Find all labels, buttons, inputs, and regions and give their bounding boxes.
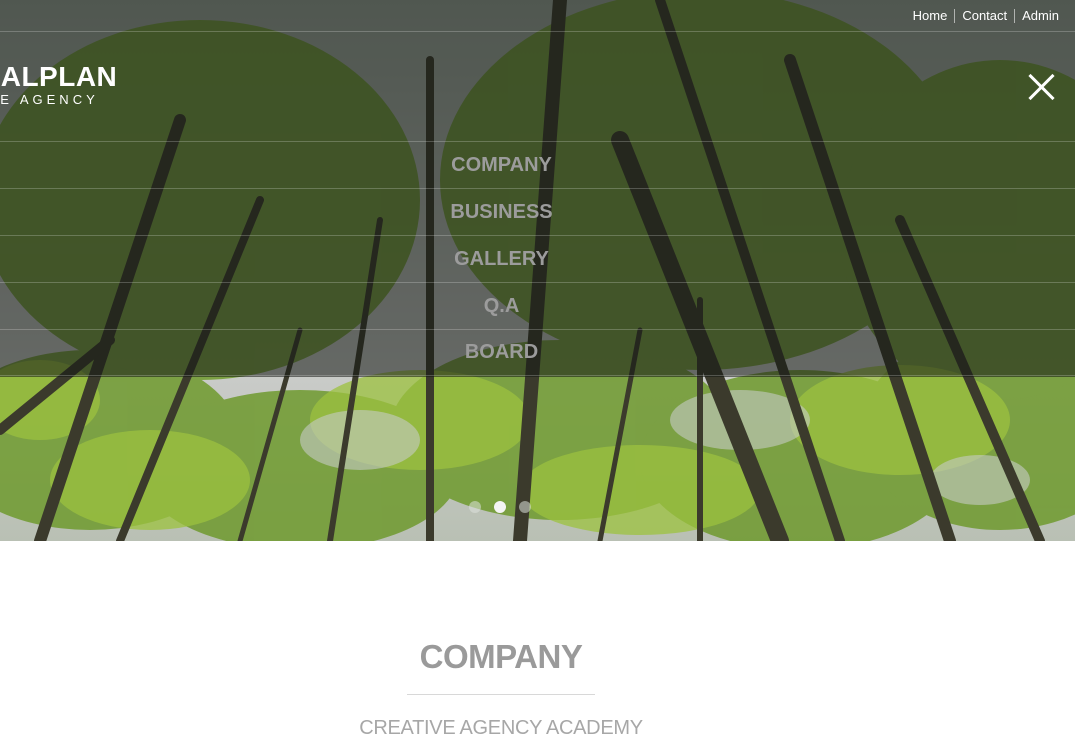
- header-divider: [0, 31, 1075, 32]
- close-icon[interactable]: [1027, 72, 1057, 102]
- slide-dot-3[interactable]: [519, 501, 531, 513]
- slider-pagination: [469, 501, 531, 513]
- menu-item-company[interactable]: COMPANY: [0, 141, 1075, 188]
- menu-label: Q.A: [483, 294, 520, 317]
- menu-label: BUSINESS: [450, 200, 553, 223]
- slide-dot-1[interactable]: [469, 501, 481, 513]
- menu-item-qa[interactable]: Q.A: [0, 282, 1075, 329]
- slide-dot-2[interactable]: [494, 501, 506, 513]
- section-title: COMPANY: [419, 638, 583, 675]
- contact-link[interactable]: Contact: [954, 9, 1014, 23]
- menu-label: BOARD: [464, 341, 539, 363]
- section-subtitle: CREATIVE AGENCY ACADEMY: [359, 717, 643, 739]
- main-menu: COMPANY BUSINESS GALLERY Q.A BOARD: [0, 141, 1075, 376]
- menu-label: GALLERY: [454, 247, 549, 270]
- logo-title: UALPLAN: [0, 61, 118, 92]
- home-link[interactable]: Home: [906, 9, 955, 23]
- utility-nav: Home Contact Admin: [906, 9, 1059, 23]
- menu-label: COMPANY: [451, 153, 552, 176]
- menu-item-gallery[interactable]: GALLERY: [0, 235, 1075, 282]
- logo-tagline: IVE AGENCY: [0, 92, 99, 107]
- menu-item-business[interactable]: BUSINESS: [0, 188, 1075, 235]
- admin-link[interactable]: Admin: [1014, 9, 1059, 23]
- section-divider: [407, 694, 595, 695]
- logo[interactable]: UALPLAN IVE AGENCY: [0, 62, 117, 108]
- menu-item-board[interactable]: BOARD: [0, 329, 1075, 376]
